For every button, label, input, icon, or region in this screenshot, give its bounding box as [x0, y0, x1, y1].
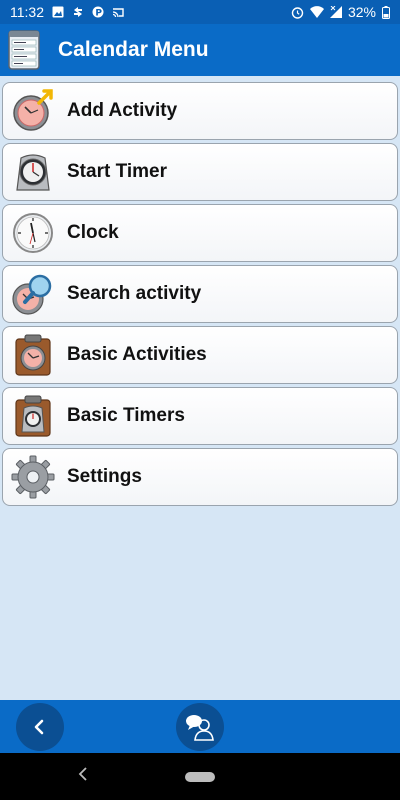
app-bar: Calendar Menu: [0, 24, 400, 76]
system-nav-bar: [0, 753, 400, 800]
sync-icon: [74, 7, 82, 17]
status-right: 32%: [291, 4, 390, 20]
back-button[interactable]: [16, 703, 64, 751]
calendar-list-icon: [8, 30, 40, 70]
clipboard-timer-icon: [15, 395, 51, 437]
menu-item-label: Add Activity: [67, 100, 178, 121]
menu-item-label: Clock: [67, 222, 119, 243]
calendar-menu-list: Add Activity Start Timer Clock Search ac…: [2, 82, 398, 509]
menu-item-label: Settings: [67, 466, 142, 487]
svg-text:P: P: [95, 9, 102, 19]
status-bar: 11:32 P 32%: [0, 0, 400, 24]
status-time: 11:32: [10, 4, 44, 20]
menu-item-settings[interactable]: Settings: [2, 448, 398, 506]
signal-icon: [329, 6, 342, 18]
menu-item-clock[interactable]: Clock: [2, 204, 398, 262]
nav-home-pill[interactable]: [185, 772, 215, 782]
menu-item-label: Search activity: [67, 283, 202, 304]
clock-icon: [13, 213, 53, 253]
timer-icon: [16, 154, 50, 191]
menu-item-basic-timers[interactable]: Basic Timers: [2, 387, 398, 445]
cast-icon: [112, 8, 124, 18]
nav-back-icon[interactable]: [78, 767, 88, 781]
image-icon: [52, 6, 64, 18]
add-activity-clock-icon: [13, 89, 53, 131]
user-button[interactable]: [176, 703, 224, 751]
search-activity-icon: [12, 274, 52, 315]
status-left: 11:32 P: [10, 4, 124, 20]
battery-percent: 32%: [347, 4, 376, 20]
menu-item-label: Start Timer: [67, 161, 167, 182]
battery-icon: [382, 5, 390, 19]
menu-item-add-activity[interactable]: Add Activity: [2, 82, 398, 140]
chevron-left-icon: [34, 719, 44, 735]
gear-icon: [11, 455, 55, 499]
bottom-bar: [0, 700, 400, 753]
parking-icon: P: [92, 6, 104, 18]
menu-item-search-activity[interactable]: Search activity: [2, 265, 398, 323]
menu-item-label: Basic Activities: [67, 344, 207, 365]
menu-item-start-timer[interactable]: Start Timer: [2, 143, 398, 201]
page-title: Calendar Menu: [58, 38, 209, 61]
clipboard-clock-icon: [15, 334, 51, 376]
wifi-icon: [309, 6, 324, 18]
alarm-icon: [291, 6, 304, 19]
menu-item-basic-activities[interactable]: Basic Activities: [2, 326, 398, 384]
menu-item-label: Basic Timers: [67, 405, 185, 426]
chat-user-icon: [186, 715, 214, 741]
